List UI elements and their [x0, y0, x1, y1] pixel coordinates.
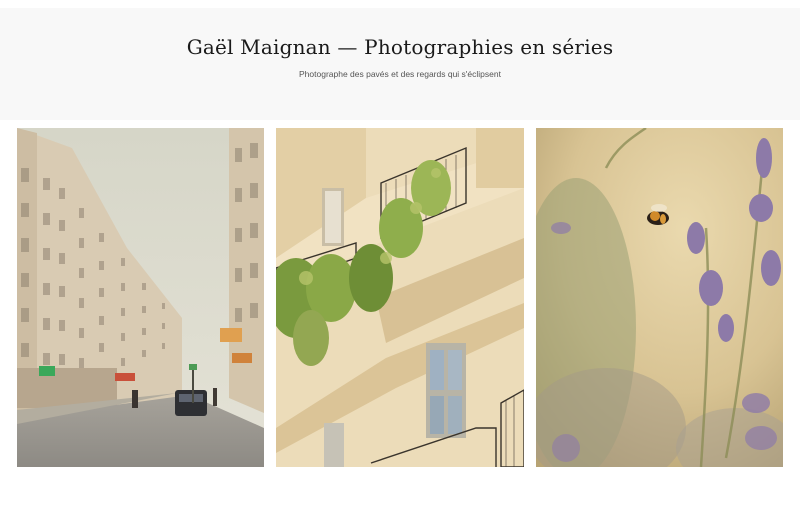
street-photo[interactable] — [17, 128, 264, 467]
site-title[interactable]: Gaël Maignan — Photographies en séries — [0, 35, 800, 59]
site-title-link[interactable]: Gaël Maignan — Photographies en séries — [187, 35, 614, 59]
bee-lavender-photo-image — [536, 128, 783, 467]
site-header: Gaël Maignan — Photographies en séries P… — [0, 8, 800, 120]
street-photo-image — [17, 128, 264, 467]
building-facade-photo-image — [276, 128, 524, 467]
site-tagline: Photographe des pavés et des regards qui… — [299, 69, 501, 79]
photo-gallery — [17, 128, 783, 467]
building-facade-photo[interactable] — [276, 128, 524, 467]
bee-lavender-photo[interactable] — [536, 128, 783, 467]
